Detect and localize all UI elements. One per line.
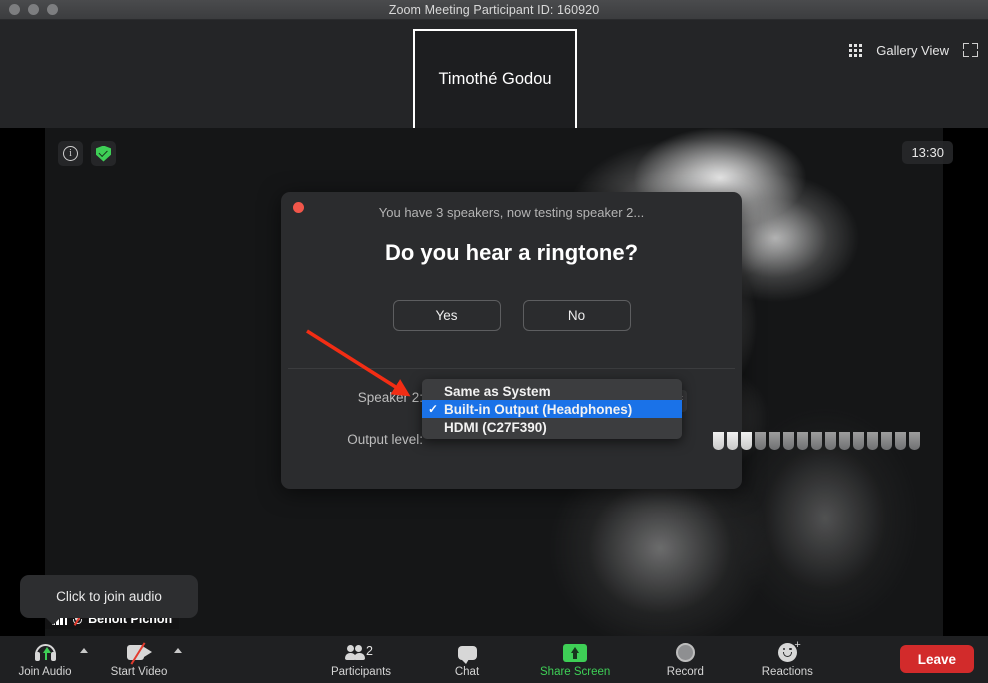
dropdown-option-label: HDMI (C27F390)	[444, 419, 547, 435]
speaker-test-dialog: You have 3 speakers, now testing speaker…	[281, 192, 920, 489]
meter-segment	[755, 432, 766, 450]
meeting-timer: 13:30	[902, 141, 953, 164]
meter-segment	[741, 432, 752, 450]
meter-segment	[811, 432, 822, 450]
toolbar-label-share-screen: Share Screen	[540, 665, 611, 678]
meter-segment	[769, 432, 780, 450]
chat-bubble-icon	[457, 642, 477, 664]
toolbar-item-chat[interactable]: Chat	[436, 636, 498, 683]
meter-segment	[853, 432, 864, 450]
dialog-buttons: Yes No	[281, 300, 742, 331]
headset-icon	[34, 642, 56, 664]
toolbar-item-participants[interactable]: 2 Participants	[330, 636, 392, 683]
dropdown-option[interactable]: ✓ Built-in Output (Headphones)	[422, 400, 682, 418]
camera-off-icon	[126, 642, 152, 665]
participants-count: 2	[366, 643, 373, 658]
meter-segment	[881, 432, 892, 450]
join-audio-tooltip: Click to join audio	[20, 575, 198, 625]
dialog-title: Do you hear a ringtone?	[384, 240, 639, 265]
dropdown-option[interactable]: ✓Same as System	[422, 382, 682, 400]
info-icon: i	[63, 146, 78, 161]
meeting-badges: i	[58, 141, 116, 166]
meeting-info-button[interactable]: i	[58, 141, 83, 166]
toolbar-item-join-audio[interactable]: Join Audio	[14, 636, 88, 683]
checkmark-icon: ✓	[428, 402, 439, 416]
meter-segment	[909, 432, 920, 450]
participant-thumbnail[interactable]: Timothé Godou	[413, 29, 577, 130]
record-circle-icon	[675, 642, 695, 664]
people-icon: 2	[345, 642, 376, 664]
chevron-up-icon-audio[interactable]	[80, 648, 88, 653]
toolbar-label-chat: Chat	[454, 665, 480, 678]
thumbnail-name: Timothé Godou	[438, 70, 552, 88]
toolbar-item-record[interactable]: Record	[654, 636, 716, 683]
meter-segment	[713, 432, 724, 450]
meeting-toolbar: Join Audio Start Video 2 Participants Ch…	[0, 636, 988, 683]
checkmark-icon: ✓	[428, 384, 444, 398]
meter-segment	[895, 432, 906, 450]
chevron-up-icon-video[interactable]	[174, 648, 182, 653]
checkmark-icon: ✓	[428, 420, 444, 434]
speaker-label: Speaker 2:	[357, 390, 423, 405]
toolbar-item-share-screen[interactable]: Share Screen	[540, 636, 610, 683]
share-screen-icon	[563, 642, 588, 664]
yes-button[interactable]: Yes	[392, 300, 501, 331]
zoom-meeting-window: Zoom Meeting Participant ID: 160920 Timo…	[0, 0, 988, 683]
reactions-smiley-icon: +	[777, 640, 801, 664]
dropdown-option-label: Same as System	[444, 383, 551, 399]
dropdown-option[interactable]: ✓HDMI (C27F390)	[422, 418, 682, 436]
dropdown-option-label: Built-in Output (Headphones)	[444, 401, 633, 417]
toolbar-label-participants: Participants	[330, 665, 392, 678]
gallery-view-label[interactable]: Gallery View	[876, 43, 949, 58]
stage-letterbox-left	[0, 128, 45, 636]
view-controls: Gallery View	[849, 20, 978, 80]
meter-segment	[797, 432, 808, 450]
shield-check-icon	[96, 145, 111, 162]
meter-segment	[825, 432, 836, 450]
toolbar-item-start-video[interactable]: Start Video	[108, 636, 182, 683]
window-titlebar: Zoom Meeting Participant ID: 160920	[0, 0, 988, 20]
fullscreen-icon[interactable]	[963, 43, 978, 57]
output-level-label: Output level:	[347, 432, 423, 447]
toolbar-label-join-audio: Join Audio	[18, 665, 72, 678]
stage-letterbox-right	[943, 128, 988, 636]
speaker-dropdown-menu[interactable]: ✓Same as System✓Built-in Output (Headpho…	[422, 379, 682, 439]
thumbnail-ribbon: Timothé Godou Gallery View	[0, 20, 988, 130]
toolbar-item-reactions[interactable]: + Reactions	[756, 636, 818, 683]
encryption-button[interactable]	[91, 141, 116, 166]
meter-segment	[839, 432, 850, 450]
meter-segment	[727, 432, 738, 450]
toolbar-label-start-video: Start Video	[110, 665, 168, 678]
meter-segment	[783, 432, 794, 450]
window-title: Zoom Meeting Participant ID: 160920	[388, 2, 600, 17]
leave-button[interactable]: Leave	[899, 645, 974, 673]
no-button[interactable]: No	[522, 300, 631, 331]
toolbar-label-reactions: Reactions	[761, 665, 813, 678]
dialog-subtitle: You have 3 speakers, now testing speaker…	[378, 205, 645, 220]
grid-icon[interactable]	[849, 43, 863, 57]
dialog-divider	[288, 368, 735, 369]
meter-segment	[867, 432, 878, 450]
output-level-meter	[713, 432, 920, 450]
tooltip-text: Click to join audio	[56, 589, 162, 604]
toolbar-label-record: Record	[666, 665, 704, 678]
